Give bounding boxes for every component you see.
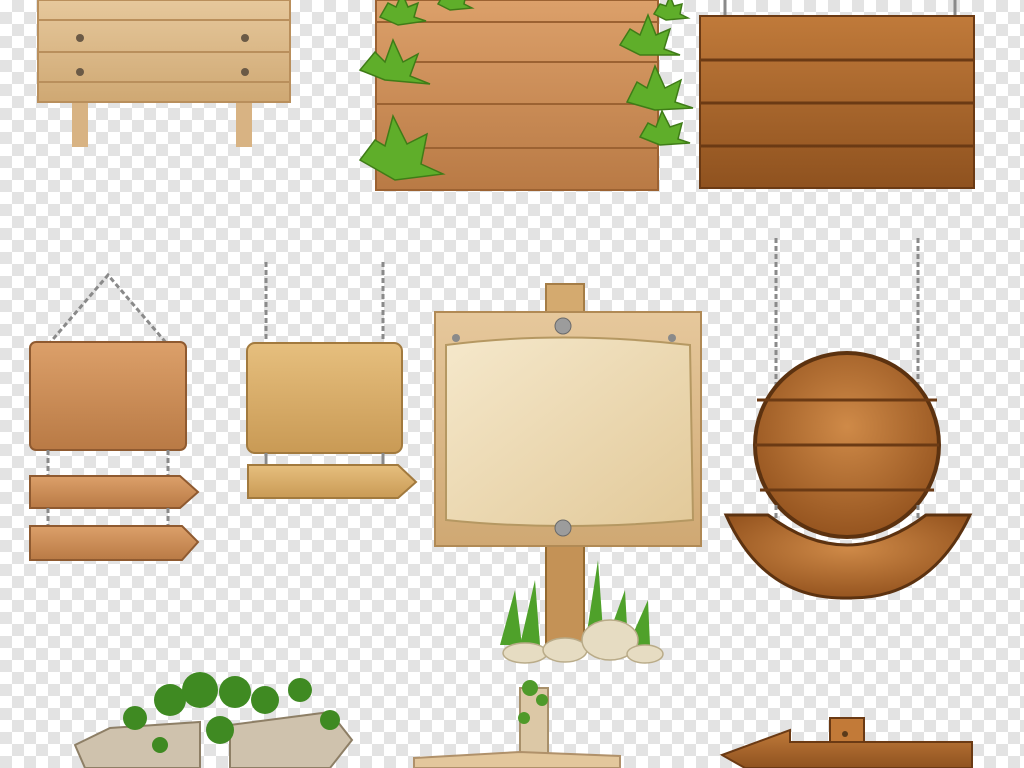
transparency-checkerboard-canvas	[0, 0, 1024, 768]
clipart-collage	[29, 0, 975, 768]
post-with-arrow-sign-icon	[413, 680, 621, 768]
chained-yellow-arrow-sign-icon	[246, 262, 418, 499]
chained-arrow-sign-icon	[29, 272, 200, 561]
plain-signpost-icon	[37, 0, 291, 147]
ivy-wood-sign-icon	[358, 0, 694, 191]
round-hanging-sign-icon	[723, 238, 973, 600]
left-arrow-sign-icon	[719, 717, 973, 768]
hanging-dark-plank-sign-icon	[699, 0, 975, 189]
ivy-covered-arrow-signs-icon	[73, 672, 354, 768]
parchment-signpost-icon	[434, 283, 702, 664]
